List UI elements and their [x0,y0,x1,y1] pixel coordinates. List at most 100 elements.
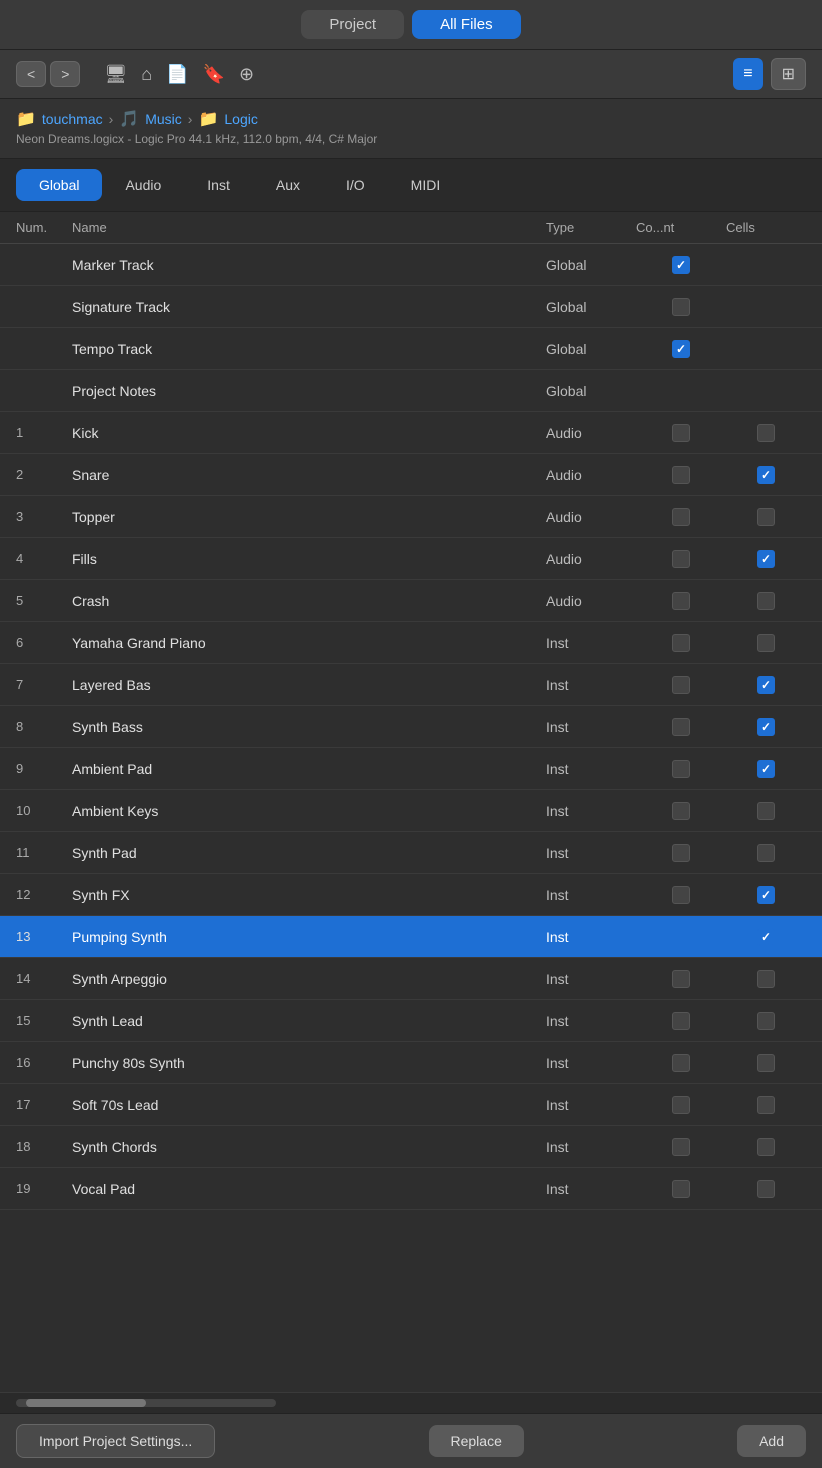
bookmark-icon[interactable]: 🔖 [203,64,225,85]
count-checkbox[interactable] [672,886,690,904]
table-row[interactable]: 3TopperAudio [0,496,822,538]
table-row[interactable]: 16Punchy 80s SynthInst [0,1042,822,1084]
count-checkbox[interactable] [672,256,690,274]
count-checkbox[interactable] [672,550,690,568]
tab-audio[interactable]: Audio [102,169,184,201]
cells-checkbox[interactable] [757,928,775,946]
home-icon[interactable]: ⌂ [141,64,152,85]
breadcrumb-music[interactable]: Music [145,111,182,127]
cells-checkbox[interactable] [757,550,775,568]
table-row[interactable]: 10Ambient KeysInst [0,790,822,832]
count-checkbox[interactable] [672,466,690,484]
table-row[interactable]: 8Synth BassInst [0,706,822,748]
document-icon[interactable]: 📄 [166,64,188,85]
count-checkbox[interactable] [672,1012,690,1030]
count-checkbox[interactable] [672,508,690,526]
count-checkbox[interactable] [672,1180,690,1198]
cell-cells [726,550,806,568]
table-row[interactable]: 13Pumping SynthInst [0,916,822,958]
monitor-icon[interactable]: 🖥 [104,64,127,85]
cells-checkbox[interactable] [757,1096,775,1114]
tab-midi[interactable]: MIDI [388,169,464,201]
table-row[interactable]: 18Synth ChordsInst [0,1126,822,1168]
table-row[interactable]: 2SnareAudio [0,454,822,496]
table-row[interactable]: 6Yamaha Grand PianoInst [0,622,822,664]
breadcrumb: 📁 touchmac › 🎵 Music › 📁 Logic Neon Drea… [0,99,822,159]
count-checkbox[interactable] [672,676,690,694]
table-row[interactable]: 9Ambient PadInst [0,748,822,790]
cells-checkbox[interactable] [757,718,775,736]
cells-checkbox[interactable] [757,1012,775,1030]
count-checkbox[interactable] [672,970,690,988]
count-checkbox[interactable] [672,592,690,610]
cell-name: Synth Chords [72,1139,546,1155]
forward-button[interactable]: > [50,61,80,87]
cell-count [636,844,726,862]
project-tab[interactable]: Project [301,10,404,39]
cell-name: Topper [72,509,546,525]
cells-checkbox[interactable] [757,760,775,778]
table-row[interactable]: 17Soft 70s LeadInst [0,1084,822,1126]
add-button[interactable]: Add [737,1425,806,1457]
table-row[interactable]: Marker TrackGlobal [0,244,822,286]
table-row[interactable]: 15Synth LeadInst [0,1000,822,1042]
cells-checkbox[interactable] [757,676,775,694]
table-row[interactable]: Tempo TrackGlobal [0,328,822,370]
cell-name: Synth Lead [72,1013,546,1029]
count-checkbox[interactable] [672,1138,690,1156]
count-checkbox[interactable] [672,340,690,358]
cells-checkbox[interactable] [757,970,775,988]
cell-count [636,1180,726,1198]
columns-button[interactable]: ⊞ [771,58,806,90]
count-checkbox[interactable] [672,424,690,442]
cell-num: 5 [16,593,72,608]
back-button[interactable]: < [16,61,46,87]
count-checkbox[interactable] [672,802,690,820]
cells-checkbox[interactable] [757,634,775,652]
cell-num: 10 [16,803,72,818]
count-checkbox[interactable] [672,718,690,736]
breadcrumb-touchmac[interactable]: touchmac [42,111,103,127]
cells-checkbox[interactable] [757,592,775,610]
cells-checkbox[interactable] [757,508,775,526]
cells-checkbox[interactable] [757,466,775,484]
all-files-tab[interactable]: All Files [412,10,521,39]
count-checkbox[interactable] [672,634,690,652]
table-row[interactable]: Signature TrackGlobal [0,286,822,328]
count-checkbox[interactable] [672,1096,690,1114]
count-checkbox[interactable] [672,1054,690,1072]
table-row[interactable]: 19Vocal PadInst [0,1168,822,1210]
replace-button[interactable]: Replace [429,1425,524,1457]
table-row[interactable]: 5CrashAudio [0,580,822,622]
tab-global[interactable]: Global [16,169,102,201]
breadcrumb-logic[interactable]: Logic [224,111,257,127]
cells-checkbox[interactable] [757,1180,775,1198]
tab-inst[interactable]: Inst [184,169,253,201]
cells-checkbox[interactable] [757,802,775,820]
cells-checkbox[interactable] [757,886,775,904]
cells-checkbox[interactable] [757,1054,775,1072]
download-icon[interactable]: ⊕ [239,64,254,85]
cell-num: 11 [16,845,72,860]
count-checkbox[interactable] [672,844,690,862]
table-row[interactable]: 11Synth PadInst [0,832,822,874]
table-row[interactable]: 1KickAudio [0,412,822,454]
import-project-settings-button[interactable]: Import Project Settings... [16,1424,215,1458]
table-row[interactable]: 12Synth FXInst [0,874,822,916]
menu-button[interactable]: ≡ [733,58,762,90]
scroll-thumb[interactable] [26,1399,146,1407]
cells-checkbox[interactable] [757,424,775,442]
table-row[interactable]: Project NotesGlobal [0,370,822,412]
scrollbar-area [0,1392,822,1413]
cells-checkbox[interactable] [757,1138,775,1156]
count-checkbox[interactable] [672,760,690,778]
scroll-track[interactable] [16,1399,276,1407]
table-row[interactable]: 4FillsAudio [0,538,822,580]
cells-checkbox[interactable] [757,844,775,862]
cell-cells [726,634,806,652]
count-checkbox[interactable] [672,298,690,316]
table-row[interactable]: 14Synth ArpeggioInst [0,958,822,1000]
tab-io[interactable]: I/O [323,169,388,201]
table-row[interactable]: 7Layered BasInst [0,664,822,706]
tab-aux[interactable]: Aux [253,169,323,201]
